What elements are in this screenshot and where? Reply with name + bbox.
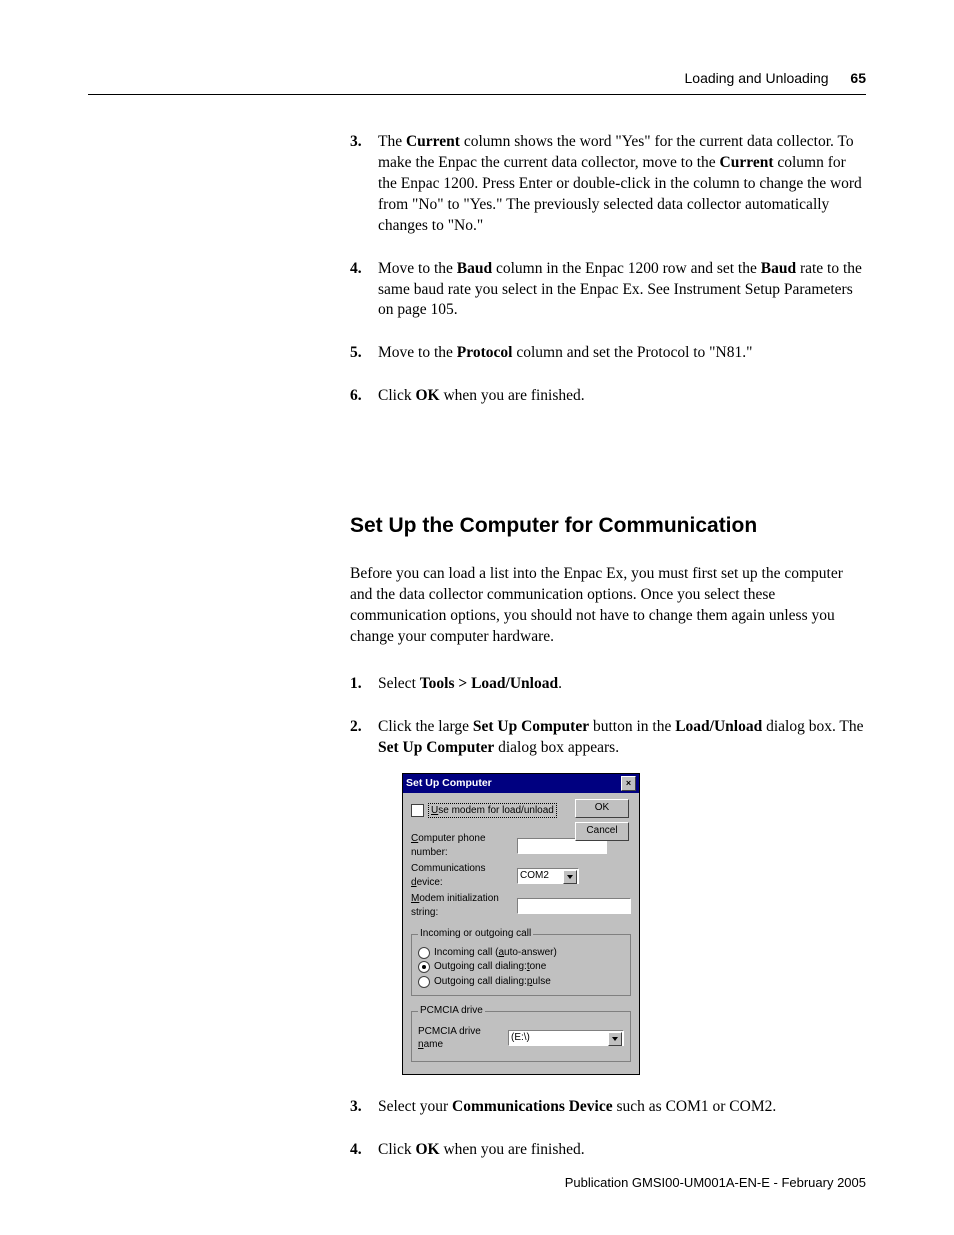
setup-computer-dialog: Set Up Computer × OK Cancel Use modem fo… [402, 773, 640, 1075]
call-direction-group: Incoming or outgoing call Incoming call … [411, 927, 631, 996]
step-4: 4. Move to the Baud column in the Enpac … [350, 259, 866, 322]
modem-init-row: Modem initialization string: [411, 892, 631, 919]
radio-outgoing-pulse[interactable]: Outgoing call dialing: pulse [418, 975, 624, 989]
header-section: Loading and Unloading [685, 70, 829, 86]
comm-device-select[interactable]: COM2 [517, 868, 579, 884]
step2-1: 1. Select Tools > Load/Unload. [350, 674, 866, 695]
step-3: 3. The Current column shows the word "Ye… [350, 132, 866, 237]
step-5: 5. Move to the Protocol column and set t… [350, 343, 866, 364]
radio-icon[interactable] [418, 947, 430, 959]
header-page-number: 65 [850, 70, 866, 86]
dialog-title: Set Up Computer [406, 776, 492, 790]
close-icon[interactable]: × [621, 776, 636, 791]
dialog-titlebar: Set Up Computer × [403, 774, 639, 793]
radio-incoming[interactable]: Incoming call (auto-answer) [418, 946, 624, 960]
step-6: 6. Click OK when you are finished. [350, 386, 866, 407]
pcmcia-drive-select[interactable]: (E:\) [508, 1030, 624, 1046]
chevron-down-icon[interactable] [608, 1032, 622, 1046]
intro-paragraph: Before you can load a list into the Enpa… [350, 564, 866, 648]
checkbox-icon[interactable] [411, 804, 424, 817]
radio-icon[interactable] [418, 961, 430, 973]
step2-4: 4. Click OK when you are finished. [350, 1140, 866, 1161]
modem-init-input[interactable] [517, 898, 631, 914]
radio-outgoing-tone[interactable]: Outgoing call dialing: tone [418, 960, 624, 974]
ok-button[interactable]: OK [575, 799, 629, 818]
cancel-button[interactable]: Cancel [575, 822, 629, 841]
comm-device-row: Communications device: COM2 [411, 862, 631, 889]
chevron-down-icon[interactable] [563, 870, 577, 884]
step2-3: 3. Select your Communications Device suc… [350, 1097, 866, 1118]
pcmcia-group: PCMCIA drive PCMCIA drive name (E:\) [411, 1004, 631, 1062]
footer-publication: Publication GMSI00-UM001A-EN-E - Februar… [565, 1175, 866, 1190]
step2-2: 2. Click the large Set Up Computer butto… [350, 717, 866, 1075]
radio-icon[interactable] [418, 976, 430, 988]
section-heading: Set Up the Computer for Communication [350, 512, 866, 540]
page-header: Loading and Unloading 65 [88, 70, 866, 95]
